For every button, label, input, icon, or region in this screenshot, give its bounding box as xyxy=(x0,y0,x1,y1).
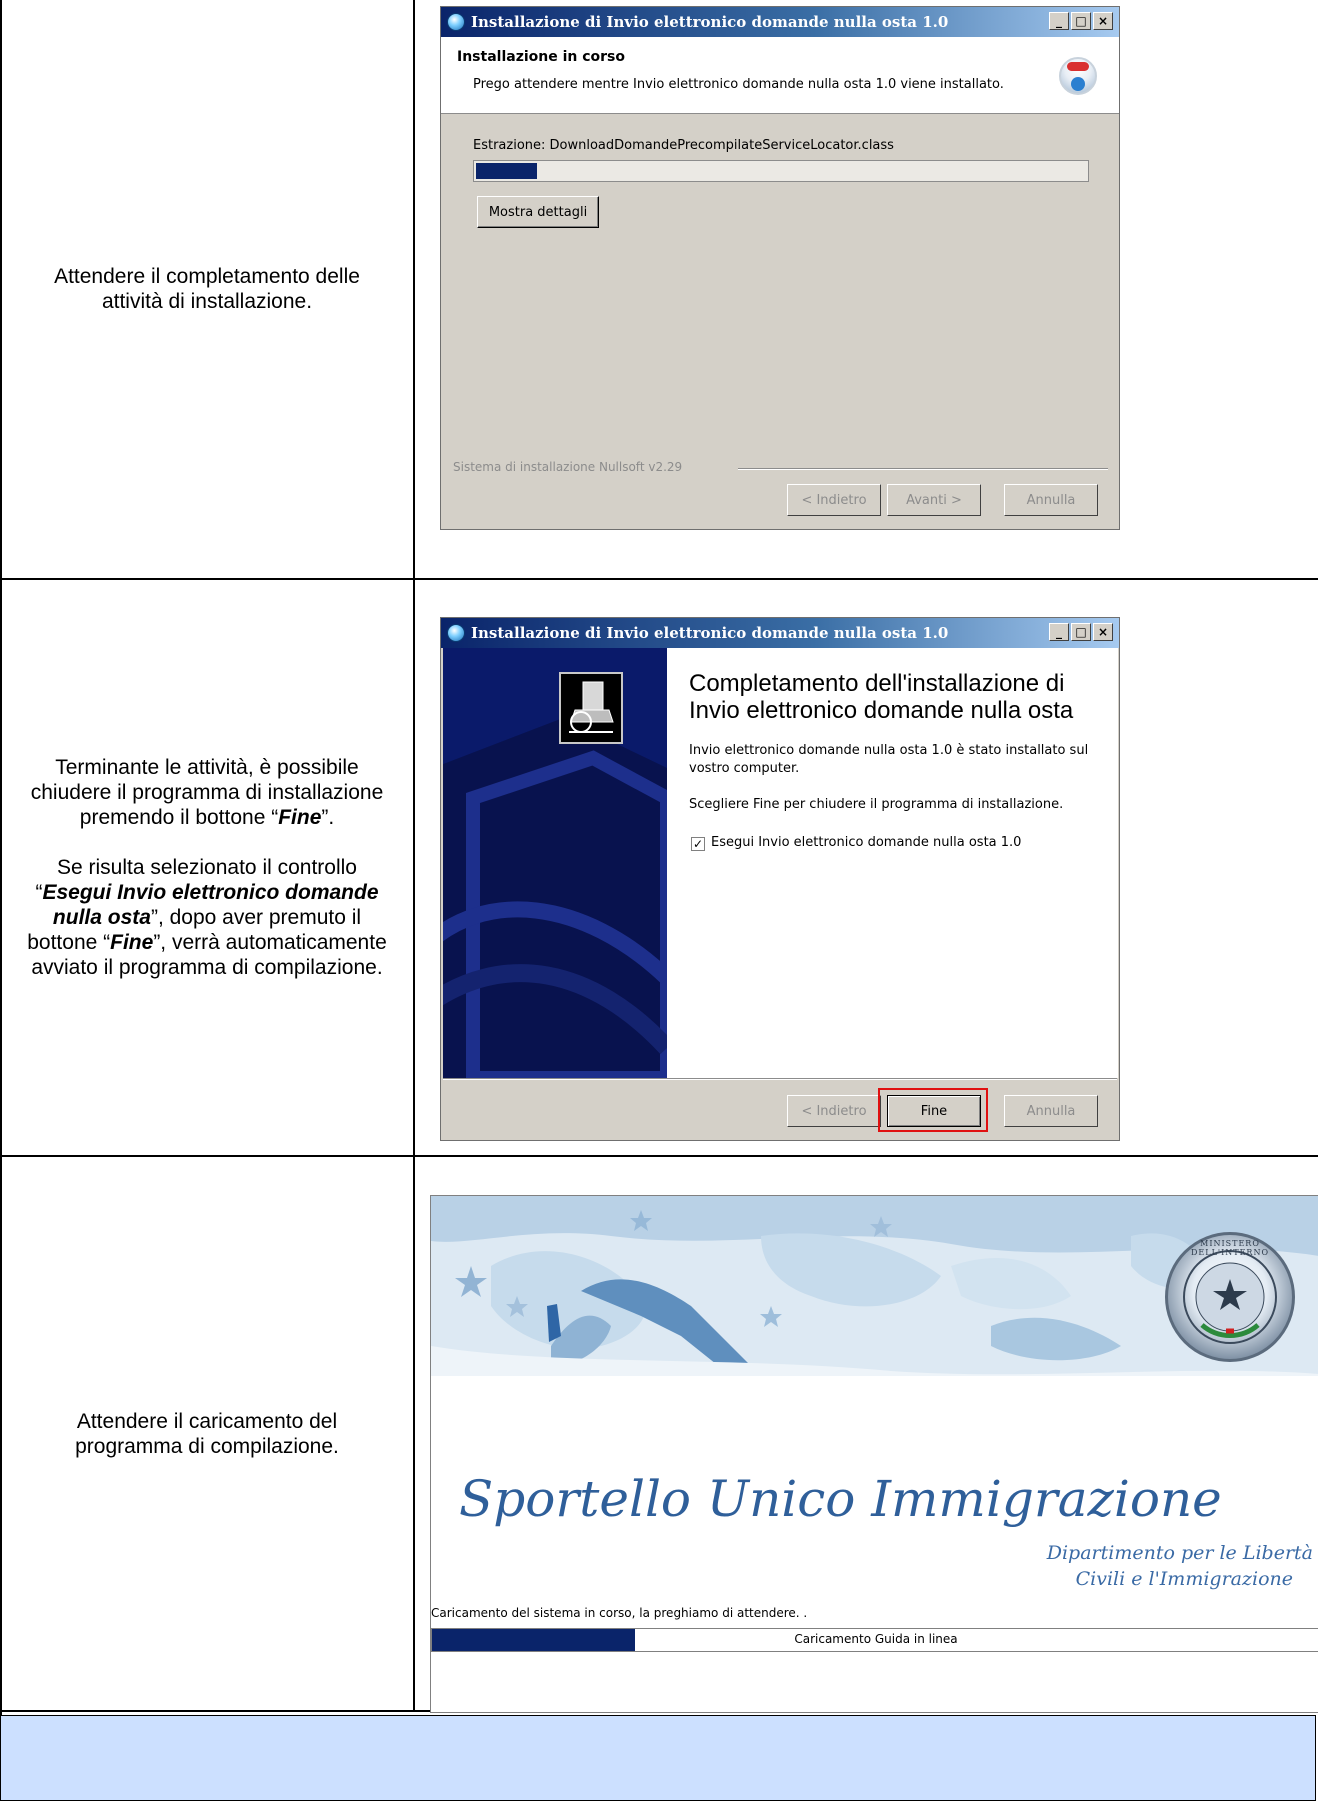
splash-title: Sportello Unico Immigrazione xyxy=(459,1470,1222,1528)
window-title: Installazione di Invio elettronico doman… xyxy=(471,624,949,642)
splash-progress-bar: Caricamento Guida in linea xyxy=(431,1628,1318,1652)
table-footer-band xyxy=(0,1715,1316,1801)
emblem-text: MINISTERO DELL'INTERNO xyxy=(1191,1239,1269,1257)
splash-subtitle-line1: Dipartimento per le Libertà xyxy=(1046,1542,1313,1564)
installer-globe-icon xyxy=(447,624,465,642)
wizard-side-bitmap xyxy=(443,648,667,1078)
finish-text-installed: Invio elettronico domande nulla osta 1.0… xyxy=(689,743,1089,776)
instruction-text-2: Terminante le attività, è possibile chiu… xyxy=(22,755,392,980)
title-bar[interactable]: Installazione di Invio elettronico doman… xyxy=(441,7,1119,37)
finish-button[interactable]: Fine xyxy=(887,1095,981,1127)
instruction-text-3: Attendere il caricamento del programma d… xyxy=(75,1409,339,1458)
header-subtitle: Prego attendere mentre Invio elettronico… xyxy=(473,77,1004,92)
wizard-side-artwork xyxy=(443,718,667,1078)
run-program-checkbox-label[interactable]: Esegui Invio elettronico domande nulla o… xyxy=(711,835,1021,850)
footer-separator xyxy=(443,1078,1117,1080)
installer-badge-icon xyxy=(1059,57,1097,95)
title-bar[interactable]: Installazione di Invio elettronico doman… xyxy=(441,618,1119,648)
branding-text: Sistema di installazione Nullsoft v2.29 xyxy=(453,460,683,474)
splash-subtitle-line2: Civili e l'Immigrazione xyxy=(1075,1568,1293,1590)
minimize-button[interactable]: _ xyxy=(1049,623,1069,641)
finish-text-instruction: Scegliere Fine per chiudere il programma… xyxy=(689,797,1064,812)
installer-computer-icon xyxy=(559,672,623,744)
instruction-cell-2: Terminante le attività, è possibile chiu… xyxy=(0,580,414,1155)
instruction-emphasis-fine: Fine xyxy=(110,931,154,954)
instruction-text-1: Attendere il completamento delle attivit… xyxy=(54,265,360,313)
computer-disk-icon xyxy=(569,681,614,733)
splash-progress-label: Caricamento Guida in linea xyxy=(794,1632,958,1646)
instruction-cell-3: Attendere il caricamento del programma d… xyxy=(0,1157,414,1710)
window-title: Installazione di Invio elettronico doman… xyxy=(471,13,949,31)
splash-screen: MINISTERO DELL'INTERNO Sportello Unico I… xyxy=(430,1195,1318,1713)
progress-bar-fill xyxy=(476,163,537,179)
maximize-button[interactable]: □ xyxy=(1071,12,1091,30)
installer-progress-window: Installazione di Invio elettronico doman… xyxy=(440,6,1120,530)
run-program-checkbox[interactable]: ✓ xyxy=(691,837,705,851)
instruction-cell-1: Attendere il completamento delle attivit… xyxy=(0,0,414,578)
maximize-button[interactable]: □ xyxy=(1071,623,1091,641)
branding-separator xyxy=(738,468,1108,470)
next-button[interactable]: Avanti > xyxy=(887,484,981,516)
close-button[interactable]: × xyxy=(1093,12,1113,30)
splash-loading-text: Caricamento del sistema in corso, la pre… xyxy=(431,1606,808,1620)
finish-content-panel: Completamento dell'installazione di Invi… xyxy=(667,648,1118,1078)
back-button[interactable]: < Indietro xyxy=(787,484,881,516)
installer-finish-window: Installazione di Invio elettronico doman… xyxy=(440,617,1120,1141)
show-details-button[interactable]: Mostra dettagli xyxy=(477,196,599,228)
finish-heading: Completamento dell'installazione di Invi… xyxy=(689,670,1074,726)
instruction-part: ”. xyxy=(321,806,335,829)
progress-bar xyxy=(473,160,1089,182)
status-text: Estrazione: DownloadDomandePrecompilateS… xyxy=(473,138,894,153)
instruction-emphasis-fine: Fine xyxy=(278,806,322,829)
minimize-button[interactable]: _ xyxy=(1049,12,1069,30)
installer-globe-icon xyxy=(447,13,465,31)
back-button[interactable]: < Indietro xyxy=(787,1095,881,1127)
cancel-button[interactable]: Annulla xyxy=(1004,484,1098,516)
close-button[interactable]: × xyxy=(1093,623,1113,641)
ministry-emblem: MINISTERO DELL'INTERNO xyxy=(1165,1232,1295,1362)
header-panel: Installazione in corso Prego attendere m… xyxy=(441,37,1119,114)
header-title: Installazione in corso xyxy=(457,49,626,65)
cancel-button[interactable]: Annulla xyxy=(1004,1095,1098,1127)
